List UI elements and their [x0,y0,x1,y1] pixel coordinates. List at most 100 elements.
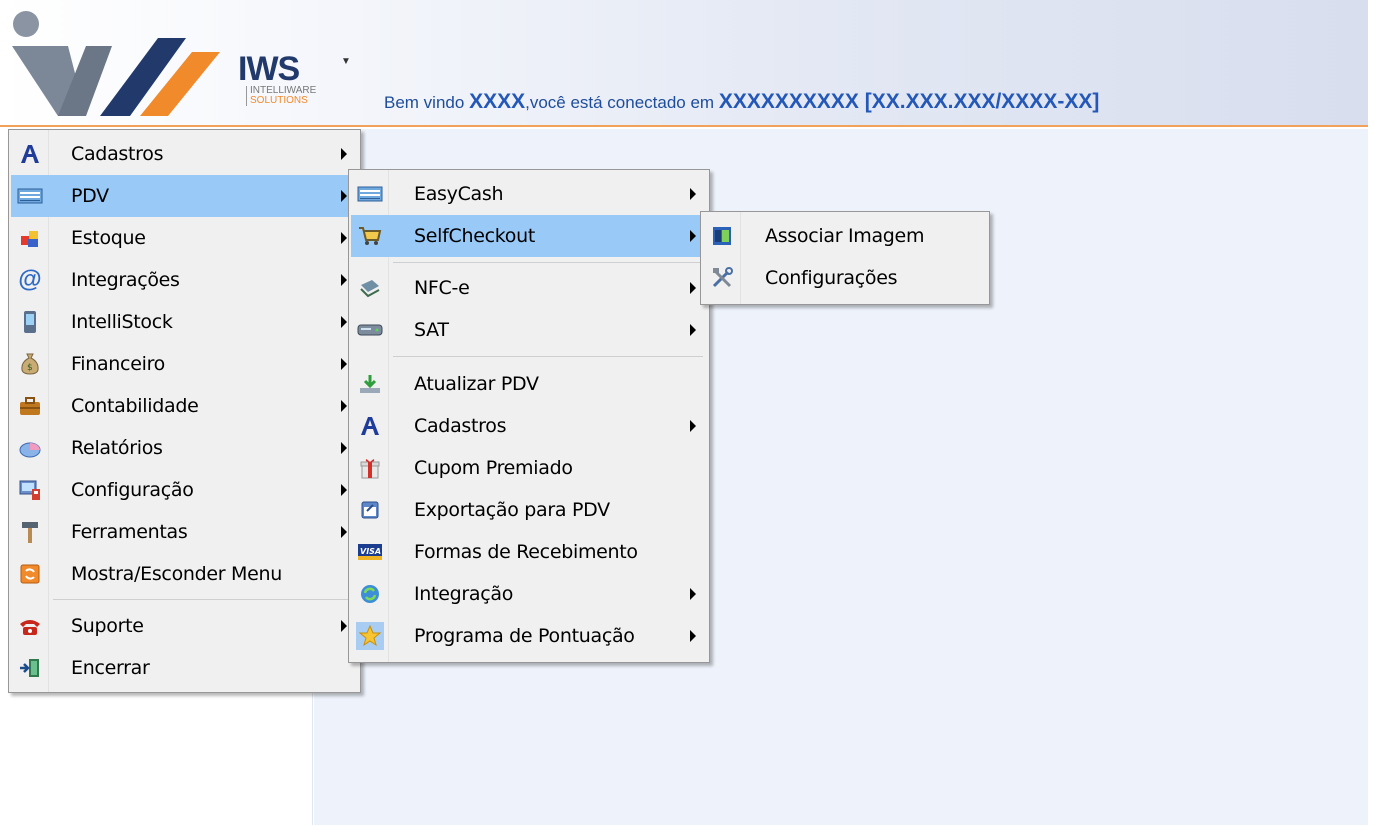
menu-item-pdv[interactable]: PDV [11,175,357,217]
menu-item-relatorios[interactable]: Relatórios [11,427,357,469]
cadastros-a-icon [356,412,384,440]
submenu-arrow-icon [690,230,696,242]
hammer-icon [16,518,44,546]
pdv-register-icon [16,182,44,210]
menu-item-financeiro[interactable]: $ Financeiro [11,343,357,385]
menu-item-label: Integração [414,583,514,605]
report-chart-icon [16,434,44,462]
svg-text:$: $ [27,363,33,373]
menu-item-label: Estoque [71,227,146,249]
submenu-arrow-icon [341,400,347,412]
menu-item-cupom-premiado[interactable]: Cupom Premiado [351,447,706,489]
menu-item-programa-pontuacao[interactable]: Programa de Pontuação [351,615,706,657]
submenu-arrow-icon [341,232,347,244]
menu-item-label: Configuração [71,479,194,501]
menu-item-label: Relatórios [71,437,163,459]
configuration-icon [16,476,44,504]
money-bag-icon: $ [16,350,44,378]
svg-text:VISA: VISA [360,547,381,556]
menu-item-configuracoes[interactable]: Configurações [703,257,986,299]
menu-item-label: Exportação para PDV [414,499,610,521]
visa-card-icon: VISA [356,538,384,566]
submenu-arrow-icon [341,526,347,538]
menu-separator [393,262,703,263]
menu-item-atualizar-pdv[interactable]: Atualizar PDV [351,363,706,405]
main-menu: Cadastros PDV Estoque @ Integrações Inte… [8,129,361,693]
menu-item-estoque[interactable]: Estoque [11,217,357,259]
shopping-cart-icon [356,222,384,250]
menu-item-label: Mostra/Esconder Menu [71,563,283,585]
mobile-device-icon [16,308,44,336]
welcome-prefix: Bem vindo [384,93,465,112]
iws-logo[interactable] [8,6,248,124]
submenu-arrow-icon [690,282,696,294]
menu-item-contabilidade[interactable]: Contabilidade [11,385,357,427]
briefcase-icon [16,392,44,420]
welcome-company: XXXXXXXXXX [XX.XXX.XXX/XXXX-XX] [718,90,1100,113]
menu-item-ferramentas[interactable]: Ferramentas [11,511,357,553]
menu-item-integracoes[interactable]: @ Integrações [11,259,357,301]
menu-item-label: PDV [71,185,109,207]
submenu-arrow-icon [341,358,347,370]
submenu-arrow-icon [341,148,347,160]
menu-item-label: Associar Imagem [765,225,925,247]
submenu-arrow-icon [341,190,347,202]
logo-wordmark: IWS INTELLIWARE SOLUTIONS [238,52,338,106]
tools-icon [708,264,736,292]
pdv-submenu: EasyCash SelfCheckout NFC-e SAT Atualiza… [348,169,710,663]
logo-dropdown-icon[interactable]: ▼ [341,57,353,67]
menu-item-label: SelfCheckout [414,225,536,247]
sat-device-icon [356,316,384,344]
associate-image-icon [708,222,736,250]
menu-item-associar-imagem[interactable]: Associar Imagem [703,215,986,257]
logo-subtitle-2: SOLUTIONS [246,96,338,106]
export-icon [356,496,384,524]
menu-item-label: Atualizar PDV [414,373,539,395]
phone-icon [16,612,44,640]
menu-item-intellistock[interactable]: IntelliStock [11,301,357,343]
menu-item-label: IntelliStock [71,311,173,333]
menu-item-label: SAT [414,319,449,341]
menu-item-formas-recebimento[interactable]: VISA Formas de Recebimento [351,531,706,573]
submenu-arrow-icon [690,420,696,432]
welcome-message: Bem vindo XXXX,você está conectado em XX… [384,90,1099,114]
window-edge [1368,0,1375,825]
submenu-arrow-icon [690,630,696,642]
menu-item-sat[interactable]: SAT [351,309,706,351]
submenu-arrow-icon [341,484,347,496]
menu-item-suporte[interactable]: Suporte [11,605,357,647]
menu-item-label: Integrações [71,269,180,291]
menu-item-mostra-esconder[interactable]: Mostra/Esconder Menu [11,553,357,595]
menu-item-selfcheckout[interactable]: SelfCheckout [351,215,706,257]
menu-item-easycash[interactable]: EasyCash [351,173,706,215]
menu-item-label: Cupom Premiado [414,457,573,479]
welcome-connected-text: ,você está conectado em [525,93,715,112]
submenu-arrow-icon [690,324,696,336]
app-header: IWS INTELLIWARE SOLUTIONS ▼ Bem vindo XX… [0,0,1368,127]
menu-item-configuracao[interactable]: Configuração [11,469,357,511]
menu-item-exportacao-pdv[interactable]: Exportação para PDV [351,489,706,531]
menu-separator [53,599,353,600]
menu-item-pdv-cadastros[interactable]: Cadastros [351,405,706,447]
menu-item-label: Programa de Pontuação [414,625,635,647]
submenu-arrow-icon [341,274,347,286]
submenu-arrow-icon [341,442,347,454]
menu-separator [393,356,703,357]
download-update-icon [356,370,384,398]
menu-item-integracao[interactable]: Integração [351,573,706,615]
menu-item-cadastros[interactable]: Cadastros [11,133,357,175]
exit-door-icon [16,654,44,682]
cadastros-a-icon [16,140,44,168]
menu-item-label: Ferramentas [71,521,188,543]
welcome-user: XXXX [469,90,526,113]
iws-logo-graphic [12,11,220,116]
selfcheckout-submenu: Associar Imagem Configurações [700,211,990,305]
menu-item-label: Contabilidade [71,395,199,417]
menu-item-label: Cadastros [414,415,507,437]
menu-item-nfce[interactable]: NFC-e [351,267,706,309]
menu-item-label: Suporte [71,615,144,637]
menu-item-encerrar[interactable]: Encerrar [11,647,357,689]
menu-item-label: Financeiro [71,353,165,375]
logo-name: IWS [238,50,300,88]
toggle-menu-icon [16,560,44,588]
